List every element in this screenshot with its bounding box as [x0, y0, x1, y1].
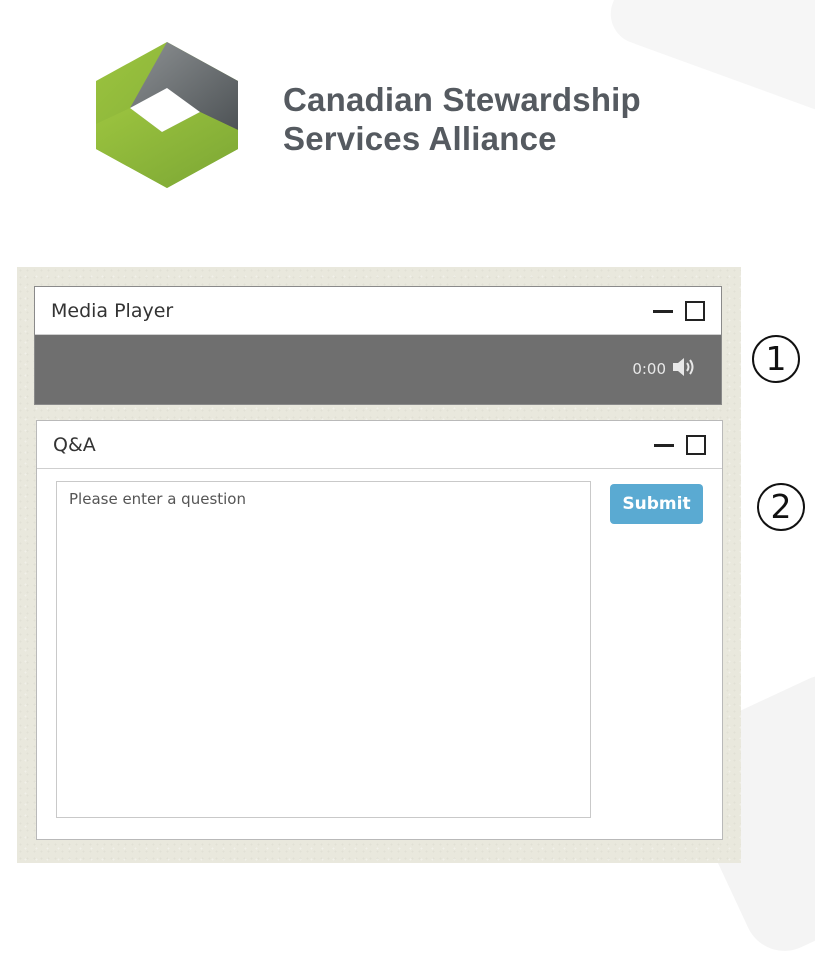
- media-player-title: Media Player: [51, 300, 174, 322]
- media-player-pod: Media Player 0:00: [34, 286, 722, 405]
- media-controls-bar: 0:00: [35, 335, 721, 404]
- maximize-icon[interactable]: [686, 435, 706, 455]
- playback-time: 0:00: [632, 360, 666, 378]
- minimize-icon[interactable]: [654, 444, 674, 447]
- callout-marker-2: 2: [757, 483, 805, 531]
- maximize-icon[interactable]: [685, 301, 705, 321]
- pods-container: Media Player 0:00 Q&A Submit: [17, 267, 741, 863]
- brand-name: Canadian Stewardship Services Alliance: [283, 80, 641, 158]
- csa-logo: [96, 42, 238, 188]
- brand-line-1: Canadian Stewardship: [283, 81, 641, 118]
- callout-marker-1: 1: [752, 335, 800, 383]
- qa-pod: Q&A Submit: [36, 420, 723, 840]
- qa-title: Q&A: [53, 434, 96, 456]
- qa-header: Q&A: [37, 421, 722, 469]
- question-input[interactable]: [56, 481, 591, 818]
- media-player-header: Media Player: [35, 287, 721, 335]
- speaker-icon[interactable]: [671, 355, 699, 379]
- submit-button[interactable]: Submit: [610, 484, 703, 524]
- minimize-icon[interactable]: [653, 310, 673, 313]
- brand-line-2: Services Alliance: [283, 120, 557, 157]
